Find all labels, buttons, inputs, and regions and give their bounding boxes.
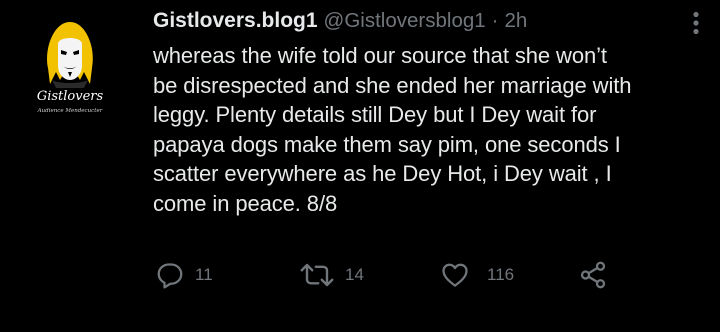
comment-bubble-icon — [157, 263, 183, 289]
avatar-logo-image: Gistlovers Audience Mendecucter — [14, 14, 126, 126]
tweet-actions: 11 14 116 — [153, 260, 623, 290]
heart-icon — [442, 263, 468, 287]
retweet-button[interactable]: 14 — [299, 260, 364, 290]
tweet-text: whereas the wife told our source that sh… — [153, 41, 701, 218]
tweet-text-line: come in peace. 8/8 — [153, 190, 338, 216]
more-dots-icon — [693, 11, 699, 35]
display-name[interactable]: Gistlovers.blog1 — [153, 9, 318, 33]
tweet-text-line: scatter everywhere as he Dey Hot, i Dey … — [153, 161, 612, 186]
share-nodes-icon — [580, 261, 606, 289]
share-button[interactable] — [578, 260, 608, 290]
retweet-arrows-icon — [300, 263, 334, 287]
tweet[interactable]: Gistlovers Audience Mendecucter Gistlove… — [0, 0, 720, 332]
more-options-button[interactable] — [679, 8, 713, 38]
tweet-text-line: whereas the wife told our source that sh… — [153, 43, 607, 68]
tweet-text-line: be disrespected and she ended her marria… — [153, 72, 632, 98]
avatar-text: Gistlovers — [37, 89, 104, 104]
like-count: 116 — [487, 265, 515, 284]
user-handle[interactable]: @Gistloversblog1 — [324, 9, 486, 33]
tweet-text-line: leggy. Plenty details still Dey but I De… — [153, 102, 597, 127]
reply-count: 11 — [195, 265, 213, 284]
avatar-column: Gistlovers Audience Mendecucter — [14, 14, 126, 126]
avatar-subtext: Audience Mendecucter — [37, 108, 103, 114]
separator-dot: · — [491, 9, 499, 32]
tweet-header: Gistlovers.blog1 @Gistloversblog1 · 2h — [153, 9, 701, 33]
tweet-text-line: papaya dogs make them say pim, one secon… — [153, 131, 621, 157]
timestamp[interactable]: 2h — [504, 9, 527, 33]
avatar[interactable]: Gistlovers Audience Mendecucter — [14, 14, 126, 126]
like-button[interactable]: 116 — [439, 260, 514, 290]
retweet-count: 14 — [345, 265, 364, 284]
reply-button[interactable]: 11 — [155, 260, 213, 290]
tweet-content: Gistlovers.blog1 @Gistloversblog1 · 2h w… — [153, 9, 701, 218]
